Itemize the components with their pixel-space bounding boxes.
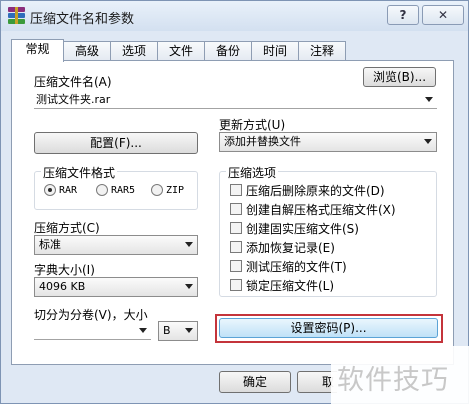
archive-name-label: 压缩文件名(A) — [34, 75, 112, 89]
tab-general[interactable]: 常规 — [11, 39, 64, 62]
delete-files-label: 压缩后删除原来的文件(D) — [246, 184, 385, 198]
format-zip-label: ZIP — [166, 185, 185, 196]
set-password-button[interactable]: 设置密码(P)... — [219, 318, 438, 338]
compression-method-value: 标准 — [39, 238, 61, 251]
archive-options-title: 压缩选项 — [226, 164, 279, 181]
format-rar-radio[interactable] — [44, 184, 56, 196]
tab-backup[interactable]: 备份 — [204, 41, 252, 61]
split-volumes-input[interactable] — [34, 322, 151, 340]
solid-archive-label: 创建固实压缩文件(S) — [246, 222, 359, 236]
profiles-button[interactable]: 配置(F)... — [34, 132, 198, 154]
archive-name-input[interactable]: 测试文件夹.rar — [34, 91, 437, 109]
split-unit-value: B — [163, 324, 171, 337]
lock-archive-checkbox[interactable] — [230, 279, 242, 291]
window-title: 压缩文件名和参数 — [30, 12, 135, 27]
compression-method-select[interactable]: 标准 — [34, 235, 198, 255]
tab-files[interactable]: 文件 — [157, 41, 205, 61]
tab-advanced[interactable]: 高级 — [63, 41, 111, 61]
dictionary-size-select[interactable]: 4096 KB — [34, 277, 198, 297]
update-mode-value: 添加并替换文件 — [224, 135, 301, 148]
chevron-down-icon — [185, 242, 193, 247]
compression-method-label: 压缩方式(C) — [34, 221, 100, 235]
delete-files-checkbox[interactable] — [230, 184, 242, 196]
update-mode-label: 更新方式(U) — [219, 118, 286, 132]
update-mode-select[interactable]: 添加并替换文件 — [219, 132, 437, 152]
recovery-record-label: 添加恢复记录(E) — [246, 241, 335, 255]
tab-time[interactable]: 时间 — [251, 41, 299, 61]
watermark: 软件技巧 — [331, 346, 469, 404]
tab-comment[interactable]: 注释 — [298, 41, 346, 61]
chevron-down-icon — [185, 328, 193, 333]
split-unit-select[interactable]: B — [158, 321, 198, 341]
tab-options[interactable]: 选项 — [110, 41, 158, 61]
format-rar5-radio[interactable] — [96, 184, 108, 196]
format-rar-label: RAR — [59, 185, 78, 196]
sfx-checkbox[interactable] — [230, 203, 242, 215]
dialog-window: 压缩文件名和参数 ? ✕ 常规 高级 选项 文件 备份 时间 注释 压缩文件名(… — [0, 0, 469, 404]
chevron-down-icon — [425, 97, 433, 102]
sfx-label: 创建自解压格式压缩文件(X) — [246, 203, 396, 217]
split-volumes-label: 切分为分卷(V)，大小 — [34, 308, 148, 322]
watermark-text: 软件技巧 — [337, 365, 449, 396]
chevron-down-icon — [139, 328, 147, 333]
close-button[interactable]: ✕ — [422, 5, 464, 25]
browse-button[interactable]: 浏览(B)... — [363, 67, 436, 87]
test-files-label: 测试压缩的文件(T) — [246, 260, 347, 274]
chevron-down-icon — [424, 139, 432, 144]
ok-button[interactable]: 确定 — [219, 371, 291, 393]
format-zip-radio[interactable] — [151, 184, 163, 196]
archive-format-title: 压缩文件格式 — [41, 164, 118, 181]
lock-archive-label: 锁定压缩文件(L) — [246, 279, 335, 293]
dictionary-size-label: 字典大小(I) — [34, 263, 95, 277]
winrar-icon — [8, 7, 25, 24]
title-bar: 压缩文件名和参数 ? ✕ — [1, 1, 468, 31]
solid-archive-checkbox[interactable] — [230, 222, 242, 234]
test-files-checkbox[interactable] — [230, 260, 242, 272]
format-rar5-label: RAR5 — [111, 185, 136, 196]
help-button[interactable]: ? — [387, 5, 419, 25]
chevron-down-icon — [185, 284, 193, 289]
dictionary-size-value: 4096 KB — [39, 280, 86, 293]
archive-name-value: 测试文件夹.rar — [36, 93, 111, 106]
recovery-record-checkbox[interactable] — [230, 241, 242, 253]
